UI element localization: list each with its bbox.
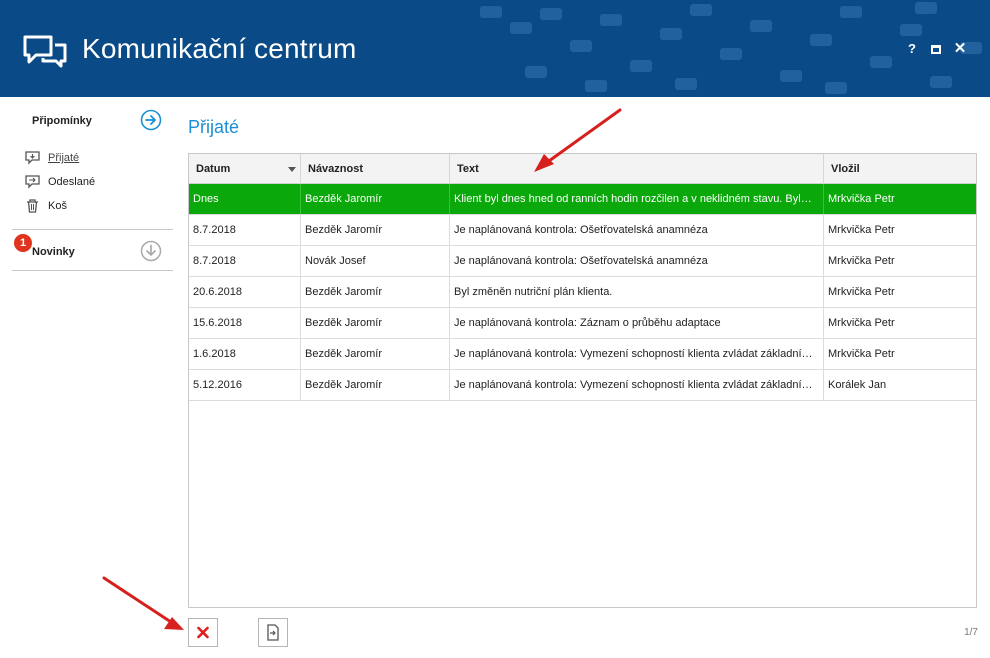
export-document-icon <box>267 624 279 641</box>
cell-text: Je naplánovaná kontrola: Ošetřovatelská … <box>450 246 824 276</box>
cell-text: Je naplánovaná kontrola: Vymezení schopn… <box>450 339 824 369</box>
sidebar-item-label: Koš <box>48 200 67 212</box>
arrow-down-circle-icon[interactable] <box>140 240 162 262</box>
cell-text: Je naplánovaná kontrola: Vymezení schopn… <box>450 370 824 400</box>
sidebar-section-title: Připomínky <box>32 115 92 127</box>
sidebar-divider <box>12 270 173 271</box>
export-button[interactable] <box>258 618 288 647</box>
cell-text: Je naplánovaná kontrola: Ošetřovatelská … <box>450 215 824 245</box>
table-row[interactable]: Dnes Bezděk Jaromír Klient byl dnes hned… <box>189 184 976 215</box>
sidebar: Připomínky Přijaté Odeslané Koš 1 Novink… <box>0 97 180 658</box>
column-header-label: Vložil <box>831 163 860 175</box>
column-header-label: Datum <box>196 163 231 175</box>
column-header-text[interactable]: Text <box>450 154 824 184</box>
cell-datum: 8.7.2018 <box>189 246 301 276</box>
page-title: Přijaté <box>188 117 240 137</box>
cell-datum: 8.7.2018 <box>189 215 301 245</box>
cell-vlozil: Mrkvička Petr <box>828 317 895 329</box>
column-header-label: Text <box>457 163 479 175</box>
help-button[interactable]: ? <box>904 41 920 57</box>
outbox-icon <box>24 174 40 190</box>
cell-text: Byl změněn nutriční plán klienta. <box>450 277 824 307</box>
arrow-right-circle-icon[interactable] <box>140 109 162 131</box>
cell-vlozil: Mrkvička Petr <box>828 348 895 360</box>
cell-datum: 5.12.2016 <box>189 370 301 400</box>
cell-navaznost: Bezděk Jaromír <box>301 277 450 307</box>
column-header-label: Návaznost <box>308 163 364 175</box>
cell-vlozil: Mrkvička Petr <box>828 286 895 298</box>
cell-datum: Dnes <box>189 184 301 214</box>
cell-vlozil: Korálek Jan <box>828 379 887 391</box>
sidebar-item-label: Odeslané <box>48 176 96 188</box>
cell-navaznost: Novák Josef <box>301 246 450 276</box>
table-row[interactable]: 15.6.2018 Bezděk Jaromír Je naplánovaná … <box>189 308 976 339</box>
column-header-vlozil[interactable]: Vložil <box>824 154 976 184</box>
app-title: Komunikační centrum <box>82 33 357 64</box>
pager: 1/7 <box>964 627 978 638</box>
cell-datum: 20.6.2018 <box>189 277 301 307</box>
grid-header: Datum Návaznost Text Vložil <box>189 154 976 184</box>
cell-datum: 15.6.2018 <box>189 308 301 338</box>
table-row[interactable]: 8.7.2018 Novák Josef Je naplánovaná kont… <box>189 246 976 277</box>
sidebar-item-label: Přijaté <box>48 152 80 164</box>
sort-descending-icon <box>288 167 296 172</box>
cell-datum: 1.6.2018 <box>189 339 301 369</box>
cell-navaznost: Bezděk Jaromír <box>301 184 450 214</box>
inbox-icon <box>24 150 40 166</box>
column-header-datum[interactable]: Datum <box>189 154 301 184</box>
column-header-navaznost[interactable]: Návaznost <box>301 154 450 184</box>
sidebar-divider <box>12 229 173 230</box>
table-row[interactable]: 5.12.2016 Bezděk Jaromír Je naplánovaná … <box>189 370 976 401</box>
delete-button[interactable] <box>188 618 218 647</box>
cell-vlozil: Mrkvička Petr <box>828 193 895 205</box>
messages-grid: Datum Návaznost Text Vložil Dnes Bezděk … <box>188 153 977 608</box>
cell-navaznost: Bezděk Jaromír <box>301 215 450 245</box>
cell-navaznost: Bezděk Jaromír <box>301 370 450 400</box>
cell-vlozil: Mrkvička Petr <box>828 255 895 267</box>
sidebar-news-title[interactable]: Novinky <box>32 246 75 258</box>
cell-text: Je naplánovaná kontrola: Záznam o průběh… <box>450 308 824 338</box>
table-row[interactable]: 20.6.2018 Bezděk Jaromír Byl změněn nutr… <box>189 277 976 308</box>
close-button[interactable]: ✕ <box>952 41 968 57</box>
cell-navaznost: Bezděk Jaromír <box>301 308 450 338</box>
cell-text: Klient byl dnes hned od ranních hodin ro… <box>450 184 824 214</box>
app-header: Komunikační centrum ? ✕ <box>0 0 990 97</box>
cell-navaznost: Bezděk Jaromír <box>301 339 450 369</box>
sidebar-item-odeslane[interactable]: Odeslané <box>24 173 95 191</box>
table-row[interactable]: 8.7.2018 Bezděk Jaromír Je naplánovaná k… <box>189 215 976 246</box>
trash-icon <box>24 198 40 214</box>
chat-bubbles-icon <box>23 35 67 68</box>
maximize-icon <box>931 45 941 54</box>
sidebar-item-prijate[interactable]: Přijaté <box>24 149 79 167</box>
cell-vlozil: Mrkvička Petr <box>828 224 895 236</box>
delete-x-icon <box>197 626 209 639</box>
table-row[interactable]: 1.6.2018 Bezděk Jaromír Je naplánovaná k… <box>189 339 976 370</box>
news-count-badge: 1 <box>14 234 32 252</box>
maximize-button[interactable] <box>928 41 944 57</box>
sidebar-item-kos[interactable]: Koš <box>24 197 67 215</box>
